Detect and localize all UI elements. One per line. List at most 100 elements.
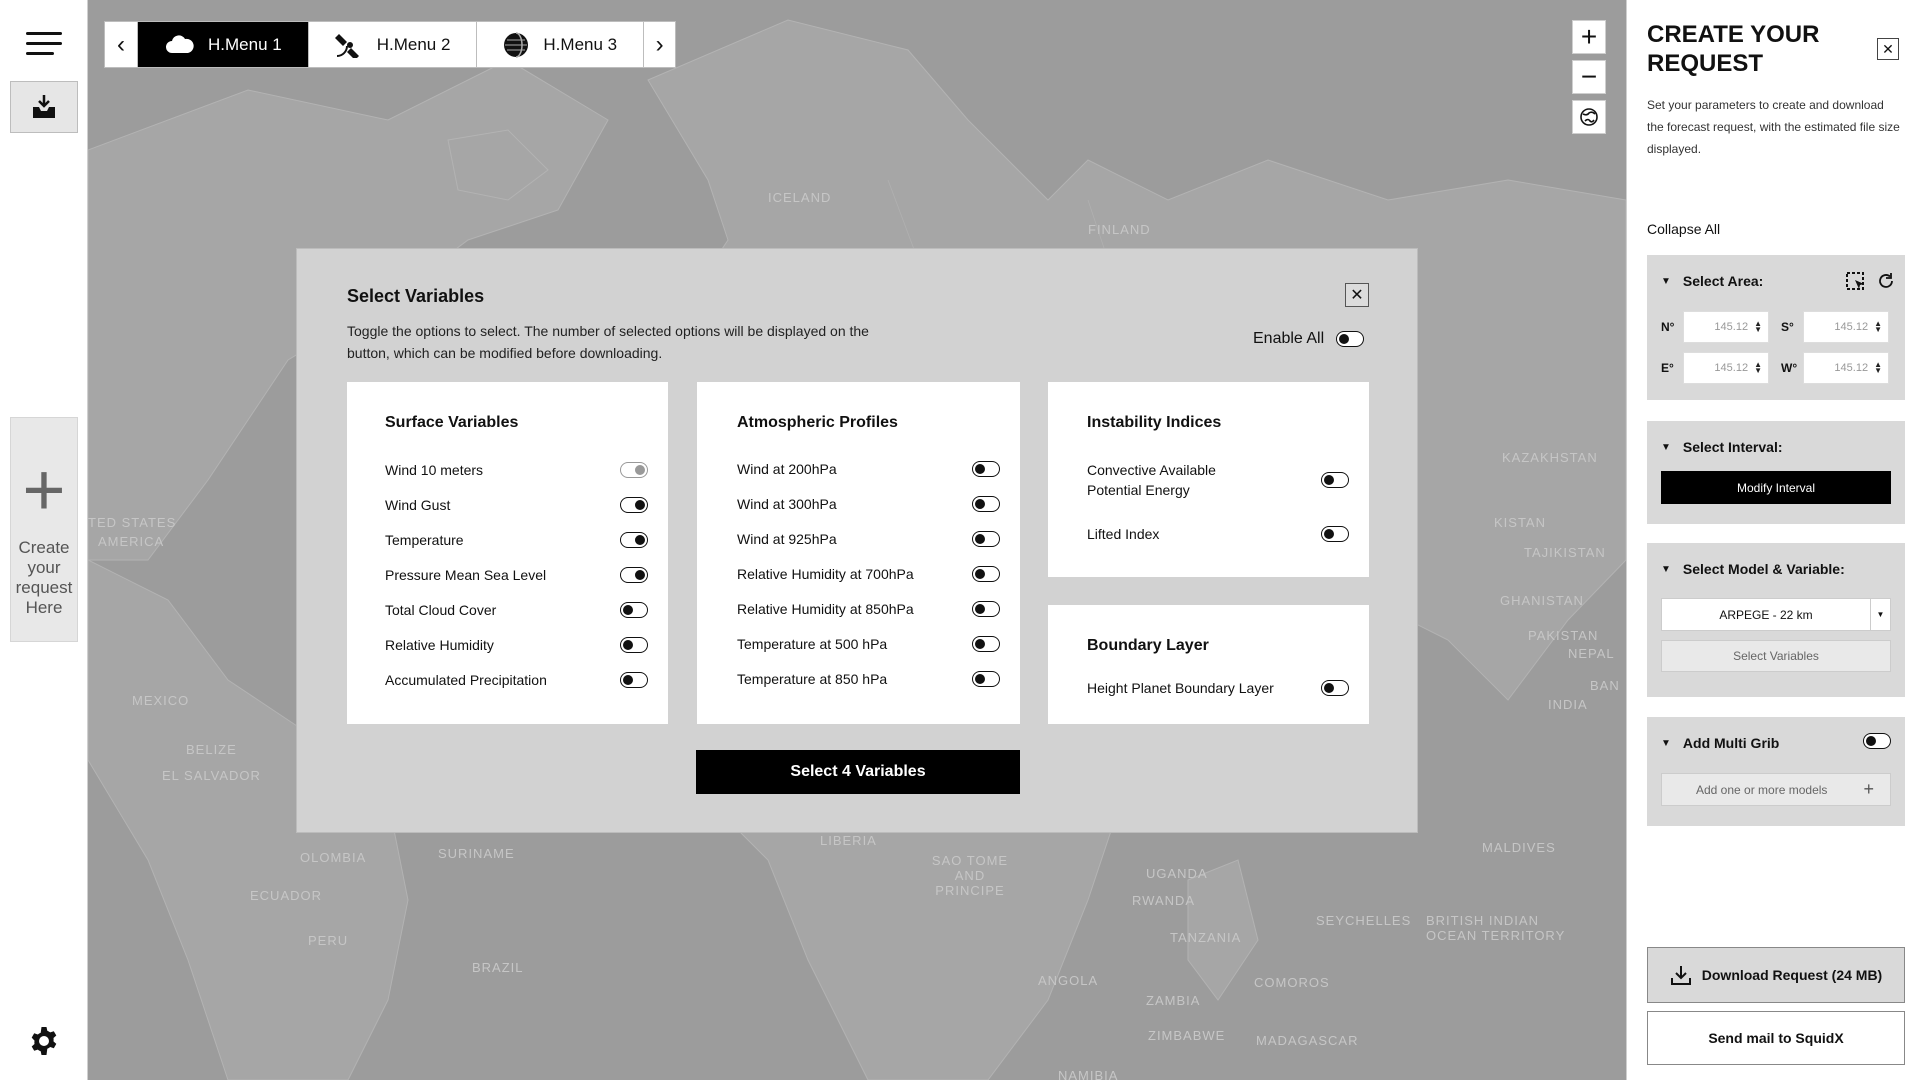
map-label: TED STATES — [88, 515, 177, 530]
section-header[interactable]: ▼ Select Model & Variable: — [1661, 561, 1845, 577]
multi-grib-toggle[interactable] — [1863, 733, 1891, 749]
plus-icon: + — [1580, 21, 1598, 52]
download-request-button[interactable]: Download Request (24 MB) — [1647, 947, 1905, 1003]
select-interval-section: ▼ Select Interval: Modify Interval — [1647, 421, 1905, 524]
spinner-icon[interactable]: ▲ ▼ — [1874, 320, 1882, 334]
map-label: UGANDA — [1146, 866, 1208, 881]
satellite-icon — [334, 33, 359, 58]
variable-row: Height Planet Boundary Layer — [1087, 678, 1349, 698]
menu-prev-button[interactable]: ‹ — [105, 22, 137, 67]
spinner-icon[interactable]: ▲ ▼ — [1754, 320, 1762, 334]
spinner-icon[interactable]: ▲ ▼ — [1874, 361, 1882, 375]
coord-label: E° — [1661, 361, 1674, 375]
map-label: EL SALVADOR — [162, 768, 261, 783]
map-label: PAKISTAN — [1528, 628, 1599, 643]
collapse-triangle-icon: ▼ — [1661, 441, 1671, 453]
select-variables-button[interactable]: Select Variables — [1661, 640, 1891, 672]
east-input[interactable]: 145.12 ▲ ▼ — [1683, 352, 1769, 384]
tab-label: H.Menu 2 — [376, 34, 451, 54]
model-select[interactable]: ARPEGE - 22 km ▼ — [1661, 598, 1891, 631]
globe-view-button[interactable] — [1572, 100, 1606, 134]
tab-hmenu-1[interactable]: H.Menu 1 — [137, 22, 308, 67]
map-label: BAN — [1590, 678, 1620, 693]
left-sidebar: + Create your request Here — [0, 0, 88, 1080]
section-header[interactable]: ▼ Add Multi Grib — [1661, 735, 1779, 751]
modify-interval-button[interactable]: Modify Interval — [1661, 471, 1891, 504]
map-label: SURINAME — [438, 846, 515, 861]
east-coord: E° 145.12 ▲ ▼ — [1661, 352, 1769, 384]
variable-toggle[interactable] — [1321, 526, 1349, 542]
map-label: FINLAND — [1088, 222, 1151, 237]
model-select-value: ARPEGE - 22 km — [1719, 607, 1813, 622]
modal-close-button[interactable]: ✕ — [1345, 283, 1369, 307]
section-header[interactable]: ▼ Select Interval: — [1661, 439, 1783, 455]
map-label: MADAGASCAR — [1256, 1033, 1359, 1048]
tab-hmenu-3[interactable]: H.Menu 3 — [476, 22, 643, 67]
variable-toggle[interactable] — [620, 602, 648, 618]
select-area-section: ▼ Select Area: N° 145.12 ▲ ▼ S° 145.12 ▲ ▼ E° 14… — [1647, 255, 1905, 400]
map-label: LIBERIA — [820, 833, 877, 848]
gear-icon[interactable] — [28, 1025, 60, 1057]
collapse-all-link[interactable]: Collapse All — [1647, 221, 1720, 237]
variable-label: Wind Gust — [385, 497, 451, 513]
north-input[interactable]: 145.12 ▲ ▼ — [1683, 311, 1769, 343]
download-label: Download Request (24 MB) — [1701, 967, 1883, 983]
tab-hmenu-2[interactable]: H.Menu 2 — [307, 22, 477, 67]
add-models-button[interactable]: Add one or more models + — [1661, 773, 1891, 806]
variable-toggle[interactable] — [620, 532, 648, 548]
inbox-download-button[interactable] — [10, 81, 78, 133]
variable-toggle[interactable] — [620, 462, 648, 478]
variable-toggle[interactable] — [972, 496, 1000, 512]
variable-row: Convective Available Potential Energy — [1087, 460, 1349, 500]
north-coord: N° 145.12 ▲ ▼ — [1661, 311, 1769, 343]
variable-toggle[interactable] — [1321, 472, 1349, 488]
south-coord: S° 145.12 ▲ ▼ — [1781, 311, 1889, 343]
map-label: PERU — [308, 933, 349, 948]
variable-toggle[interactable] — [972, 531, 1000, 547]
variable-label: Wind 10 meters — [385, 462, 484, 478]
variable-label: Wind at 925hPa — [737, 531, 837, 547]
map-label: TANZANIA — [1170, 930, 1242, 945]
variable-toggle[interactable] — [620, 497, 648, 513]
variable-toggle[interactable] — [972, 461, 1000, 477]
globe-icon — [1580, 108, 1598, 126]
send-mail-button[interactable]: Send mail to SquidX — [1647, 1011, 1905, 1065]
west-input[interactable]: 145.12 ▲ ▼ — [1803, 352, 1889, 384]
coord-value: 145.12 — [1714, 362, 1749, 374]
enable-all-label: Enable All — [1253, 330, 1325, 347]
enable-all-control: Enable All — [1253, 330, 1365, 348]
spinner-icon[interactable]: ▲ ▼ — [1754, 361, 1762, 375]
variable-toggle[interactable] — [972, 601, 1000, 617]
variable-toggle[interactable] — [972, 671, 1000, 687]
reset-icon[interactable] — [1877, 272, 1895, 290]
create-request-card[interactable]: + Create your request Here — [10, 417, 78, 642]
section-title: Select Interval: — [1682, 439, 1783, 455]
variable-toggle[interactable] — [972, 566, 1000, 582]
variable-toggle[interactable] — [1321, 680, 1349, 696]
hamburger-menu-icon[interactable] — [26, 32, 62, 56]
coord-label: W° — [1781, 361, 1798, 375]
select-variables-submit-button[interactable]: Select 4 Variables — [696, 750, 1020, 794]
variable-toggle[interactable] — [620, 637, 648, 653]
variable-toggle[interactable] — [972, 636, 1000, 652]
area-select-icon[interactable] — [1845, 271, 1867, 293]
map-label: MALDIVES — [1482, 840, 1556, 855]
variable-label: Temperature at 500 hPa — [737, 636, 888, 652]
menu-next-button[interactable]: › — [643, 22, 675, 67]
section-header[interactable]: ▼ Select Area: — [1661, 273, 1763, 289]
variable-label: Relative Humidity — [385, 637, 494, 653]
create-request-panel: CREATE YOUR REQUEST ✕ Set your parameter… — [1626, 0, 1920, 1080]
variable-label: Temperature at 850 hPa — [737, 671, 888, 687]
map-label: COMOROS — [1254, 975, 1330, 990]
south-input[interactable]: 145.12 ▲ ▼ — [1803, 311, 1889, 343]
zoom-in-button[interactable]: + — [1572, 20, 1606, 54]
zoom-out-button[interactable]: − — [1572, 60, 1606, 94]
variable-toggle[interactable] — [620, 672, 648, 688]
select-model-section: ▼ Select Model & Variable: ARPEGE - 22 km… — [1647, 543, 1905, 697]
enable-all-toggle[interactable] — [1336, 331, 1365, 347]
variable-row: Wind at 200hPa — [737, 459, 1000, 479]
variable-row: Wind Gust — [385, 495, 648, 515]
variable-toggle[interactable] — [620, 567, 648, 583]
variable-label: Pressure Mean Sea Level — [385, 567, 547, 583]
panel-close-button[interactable]: ✕ — [1877, 38, 1899, 60]
